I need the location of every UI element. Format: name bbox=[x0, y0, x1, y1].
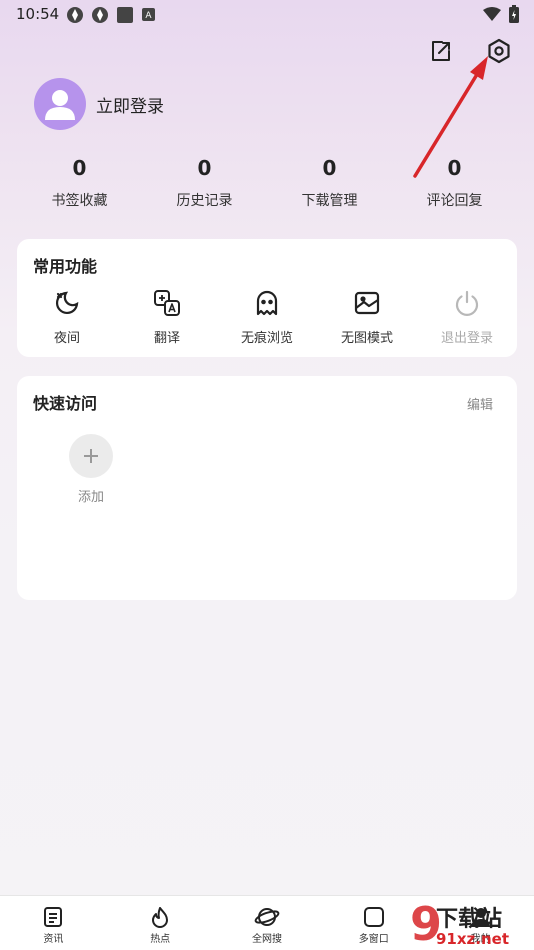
translate-icon bbox=[154, 290, 180, 316]
tab-label: 全网搜 bbox=[251, 934, 282, 945]
ghost-icon bbox=[256, 290, 278, 316]
incognito-button[interactable]: 无痕浏览 bbox=[217, 287, 317, 346]
app-notification-icon bbox=[67, 7, 83, 23]
stat-downloads[interactable]: 0 下载管理 bbox=[267, 156, 392, 210]
app-square-icon bbox=[117, 7, 133, 23]
function-label: 翻译 bbox=[153, 331, 180, 346]
battery-icon bbox=[509, 5, 519, 23]
watermark-logo: 9 下载站 91xz.net bbox=[410, 897, 509, 948]
function-label: 无图模式 bbox=[340, 331, 393, 346]
stat-bookmarks[interactable]: 0 书签收藏 bbox=[17, 156, 142, 210]
tab-news[interactable]: 资讯 bbox=[0, 896, 107, 950]
add-label: 添加 bbox=[77, 490, 104, 505]
quick-access-card: 快速访问 编辑 添加 bbox=[17, 376, 517, 600]
no-image-mode-button[interactable]: 无图模式 bbox=[317, 287, 417, 346]
stat-label: 评论回复 bbox=[426, 193, 483, 209]
top-actions bbox=[428, 38, 512, 64]
stats-row: 0 书签收藏 0 历史记录 0 下载管理 0 评论回复 bbox=[17, 156, 517, 210]
add-shortcut-button[interactable]: 添加 bbox=[69, 434, 113, 505]
stat-value: 0 bbox=[72, 156, 87, 180]
function-label: 夜间 bbox=[53, 331, 80, 346]
window-icon bbox=[363, 907, 384, 927]
status-time: 10:54 bbox=[16, 5, 60, 23]
settings-hexagon-icon bbox=[488, 38, 510, 64]
app-notification-icon bbox=[92, 7, 108, 23]
tab-search-all[interactable]: 全网搜 bbox=[214, 896, 321, 950]
svg-text:A: A bbox=[145, 11, 152, 21]
svg-text:下载站: 下载站 bbox=[436, 906, 502, 932]
tab-label: 热点 bbox=[150, 934, 171, 945]
stat-label: 历史记录 bbox=[176, 193, 233, 209]
card-title: 常用功能 bbox=[33, 257, 98, 276]
tab-hot[interactable]: 热点 bbox=[107, 896, 214, 950]
translate-button[interactable]: 翻译 bbox=[117, 287, 217, 346]
stat-value: 0 bbox=[197, 156, 212, 180]
plus-icon bbox=[84, 449, 98, 463]
card-title: 快速访问 bbox=[33, 394, 98, 413]
tab-label: 多窗口 bbox=[358, 934, 389, 945]
status-bar: 10:54 A bbox=[0, 0, 534, 30]
moon-icon bbox=[55, 291, 79, 315]
stat-label: 书签收藏 bbox=[51, 193, 108, 209]
night-mode-button[interactable]: 夜间 bbox=[17, 287, 117, 346]
svg-text:91xz.net: 91xz.net bbox=[436, 930, 509, 948]
profile-section[interactable]: 立即登录 bbox=[34, 78, 164, 130]
stat-value: 0 bbox=[447, 156, 462, 180]
power-icon bbox=[455, 290, 479, 316]
tab-label: 资讯 bbox=[43, 934, 64, 945]
settings-button[interactable] bbox=[486, 38, 512, 64]
share-icon bbox=[432, 41, 450, 61]
stat-comments[interactable]: 0 评论回复 bbox=[392, 156, 517, 210]
function-label: 退出登录 bbox=[440, 331, 493, 346]
edit-button[interactable]: 编辑 bbox=[467, 394, 493, 413]
image-icon bbox=[354, 291, 380, 315]
login-link[interactable]: 立即登录 bbox=[96, 92, 164, 117]
user-avatar-icon bbox=[45, 90, 75, 120]
flame-icon bbox=[152, 907, 169, 928]
wifi-icon bbox=[483, 7, 501, 21]
avatar[interactable] bbox=[34, 78, 86, 130]
logout-button[interactable]: 退出登录 bbox=[417, 287, 517, 346]
common-functions-card: 常用功能 夜间 翻译 无痕浏览 无图模式 退出登录 bbox=[17, 239, 517, 357]
stat-value: 0 bbox=[322, 156, 337, 180]
planet-icon bbox=[254, 908, 280, 926]
keyboard-notification-icon: A bbox=[142, 8, 155, 21]
stat-history[interactable]: 0 历史记录 bbox=[142, 156, 267, 210]
share-button[interactable] bbox=[428, 38, 454, 64]
news-icon bbox=[44, 907, 63, 927]
stat-label: 下载管理 bbox=[301, 193, 358, 209]
function-list: 夜间 翻译 无痕浏览 无图模式 退出登录 bbox=[17, 287, 517, 346]
function-label: 无痕浏览 bbox=[240, 331, 293, 346]
